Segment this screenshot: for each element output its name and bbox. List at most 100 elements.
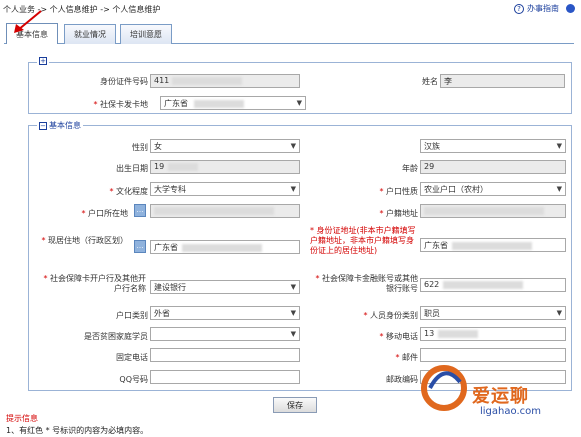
bank-acct-label: * 社会保障卡金融账号或其他银行账号 [315,274,418,293]
guide-link[interactable]: ? 办事指南 [514,3,575,14]
select-value: 汉族 [424,142,440,151]
tab-training[interactable]: 培训意愿 [120,24,172,44]
bank-acct-value: 622 [424,280,440,289]
help-icon: ? [514,3,524,14]
postcode-label: 邮政编码 [386,375,418,384]
bank-select[interactable]: 建设银行 ▼ [150,280,300,294]
name-field: 李 [440,74,565,88]
label-text: 身份证地址(非本市户籍填写户籍地址，非本市户籍填写身份证上的居住地址) [310,226,416,255]
chevron-down-icon: ▼ [290,283,296,291]
card-issuer-select[interactable]: 广东省 ▼ [160,96,306,110]
chevron-down-icon: ▼ [290,309,296,317]
select-value: 大学专科 [154,185,186,194]
residence-value: 广东省 [154,243,178,252]
select-value: 广东省 [164,99,188,108]
label-text: 户籍地址 [386,209,418,218]
picker-icon[interactable]: … [134,240,146,253]
hukou-loc-label: * 户口所在地 [81,209,128,218]
label-text: 户口性质 [386,187,418,196]
education-label: * 文化程度 [109,187,148,196]
label-text: 社会保障卡金融账号或其他银行账号 [322,274,418,293]
chevron-down-icon: ▼ [290,142,296,150]
mobile-label: * 移动电话 [379,332,418,341]
collapse-icon[interactable]: − [39,121,47,130]
hukou-type-select[interactable]: 农业户口（农村） ▼ [420,182,566,196]
chevron-down-icon: ▼ [556,309,562,317]
label-text: 文化程度 [116,187,148,196]
save-button[interactable]: 保存 [273,397,317,413]
status-dot-icon [566,4,575,13]
label-text: 社保卡发卡地 [100,100,148,109]
tab-bar: 基本信息 就业情况 培训意愿 [4,21,574,44]
hardship-label: 是否贫困家庭学员 [84,332,148,341]
mobile-value: 13 [424,329,435,338]
legend-text: 基本信息 [49,121,81,130]
age-value: 29 [424,162,435,171]
birth-value: 19 [154,162,165,171]
qq-field[interactable] [150,370,300,384]
id-label: 身份证件号码 [100,77,148,86]
hukou-addr-label: * 户籍地址 [379,209,418,218]
hukou-loc-field [150,204,300,218]
tab-employment[interactable]: 就业情况 [64,24,116,44]
annotation-arrow-icon [14,10,42,33]
guide-label: 办事指南 [527,4,559,13]
tab-label: 就业情况 [74,30,106,39]
gender-label: 性别 [132,143,148,152]
chevron-down-icon: ▼ [556,142,562,150]
email-label: * 邮件 [395,353,418,362]
birth-label: 出生日期 [116,164,148,173]
basic-info-legend: − 基本信息 [37,120,83,131]
person-type-select[interactable]: 职员 ▼ [420,306,566,320]
hint-line: 1、有红色 * 号标识的内容为必填内容。 [6,426,149,435]
age-field: 29 [420,160,566,174]
chevron-down-icon: ▼ [290,185,296,193]
bank-label: * 社会保障卡开户行及其他开户行名称 [43,274,146,293]
gender-select[interactable]: 女 ▼ [150,139,300,153]
select-value: 外省 [154,309,170,318]
hardship-select[interactable]: ▼ [150,327,300,341]
select-value: 农业户口（农村） [424,185,488,194]
watermark-text: 爱运聊 [472,386,529,407]
bank-acct-field[interactable]: 622 [420,278,566,292]
fixed-phone-label: 固定电话 [116,353,148,362]
ethnicity-select[interactable]: 汉族 ▼ [420,139,566,153]
select-value: 职员 [424,309,440,318]
label-text: 现居住地（行政区划） [48,236,128,245]
collapse-icon[interactable]: + [39,57,47,65]
chevron-down-icon: ▼ [290,330,296,338]
birth-field: 19 [150,160,300,174]
qq-label: QQ号码 [119,375,148,384]
watermark-logo-icon [421,365,467,411]
hukou-addr-field [420,204,566,218]
hukou-cat-select[interactable]: 外省 ▼ [150,306,300,320]
picker-icon[interactable]: … [134,204,146,217]
mobile-field[interactable]: 13 [420,327,566,341]
card-issuer-label: * 社保卡发卡地 [93,100,148,109]
person-type-label: * 人员身份类别 [363,311,418,320]
watermark-url: ligahao.com [480,406,541,417]
chevron-down-icon: ▼ [556,185,562,193]
tab-label: 培训意愿 [130,30,162,39]
age-label: 年龄 [402,164,418,173]
label-text: 移动电话 [386,332,418,341]
education-select[interactable]: 大学专科 ▼ [150,182,300,196]
id-value: 411 [154,76,170,85]
id-addr-field[interactable]: 广东省 [420,238,566,252]
hukou-type-label: * 户口性质 [379,187,418,196]
select-value: 女 [154,142,162,151]
name-label: 姓名 [422,77,438,86]
id-addr-label: * 身份证地址(非本市户籍填写户籍地址，非本市户籍填写身份证上的居住地址) [310,226,416,255]
watermark: 爱运聊 ligahao.com [420,352,578,432]
identity-legend: + [37,57,49,65]
label-text: 户口所在地 [88,209,128,218]
fixed-phone-field[interactable] [150,348,300,362]
residence-label: * 现居住地（行政区划） [41,236,128,245]
label-text: 人员身份类别 [370,311,418,320]
residence-field[interactable]: 广东省 [150,240,300,254]
select-value: 建设银行 [154,283,186,292]
hint-title: 提示信息 [6,414,38,423]
id-addr-value: 广东省 [424,241,448,250]
name-value: 李 [444,77,452,86]
chevron-down-icon: ▼ [296,99,302,107]
